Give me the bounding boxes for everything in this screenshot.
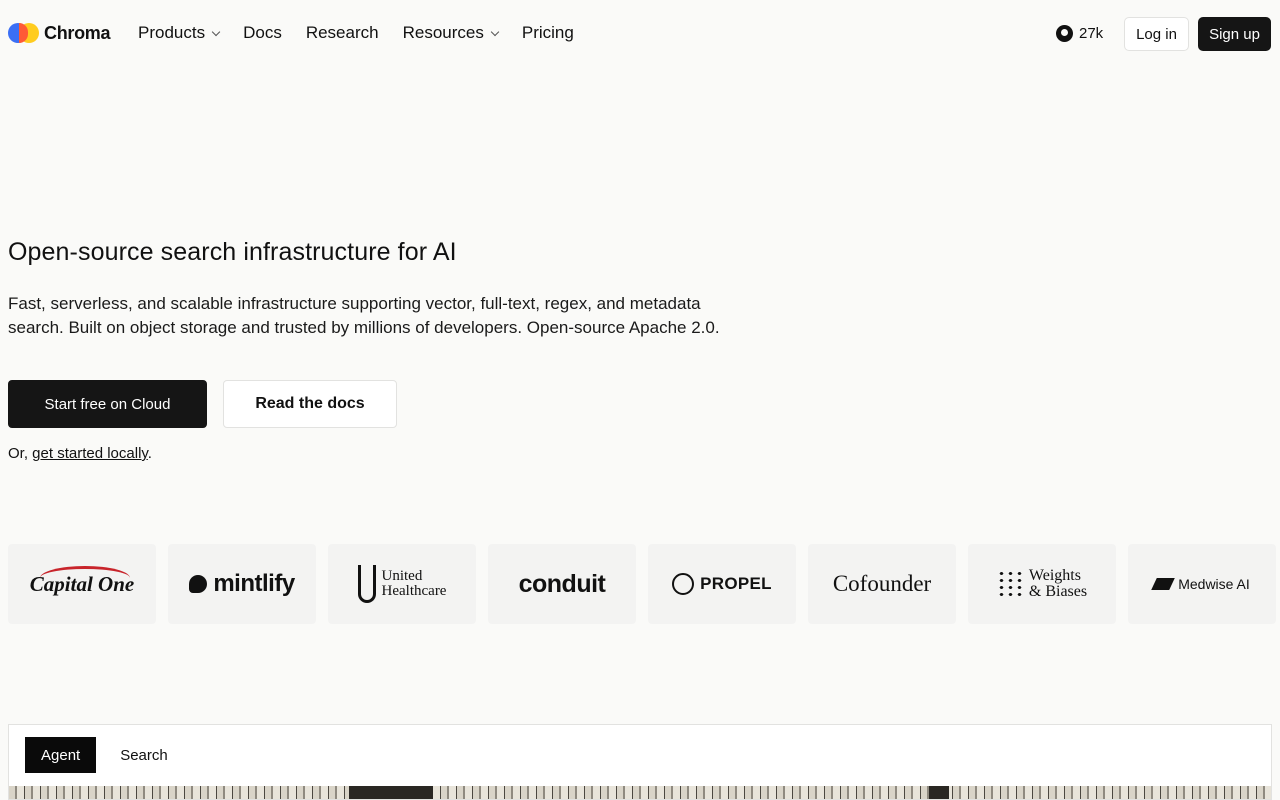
- mintlify-icon: [189, 575, 208, 593]
- customer-logos: Capital One mintlify United Healthcare c…: [8, 544, 1276, 624]
- capital-one-wordmark: Capital One: [30, 565, 134, 597]
- top-navigation: Chroma Products Docs Research Resources …: [0, 0, 1280, 68]
- start-free-cloud-button[interactable]: Start free on Cloud: [8, 380, 207, 428]
- github-icon: [1056, 25, 1073, 42]
- nav-item-label: Products: [138, 23, 206, 42]
- get-started-locally-text: Or, get started locally.: [8, 445, 152, 462]
- conduit-text: conduit: [518, 569, 606, 598]
- main-menu: Products Docs Research Resources Pricing: [138, 23, 574, 43]
- read-docs-button[interactable]: Read the docs: [223, 380, 397, 428]
- tab-agent[interactable]: Agent: [25, 737, 97, 773]
- nav-item-label: Research: [305, 23, 379, 42]
- nav-item-label: Resources: [402, 23, 484, 42]
- united-healthcare-icon: [357, 565, 376, 603]
- medwise-text: Medwise AI: [1178, 576, 1250, 592]
- logo-cofounder: Cofounder: [808, 544, 956, 624]
- nav-item-label: Pricing: [521, 23, 574, 42]
- united-healthcare-wordmark: United Healthcare: [382, 569, 447, 599]
- login-button[interactable]: Log in: [1124, 17, 1189, 51]
- propel-text: PROPEL: [700, 574, 772, 593]
- github-stars-link[interactable]: 27k: [1056, 25, 1103, 42]
- nav-item-products[interactable]: Products: [138, 23, 221, 43]
- github-star-count: 27k: [1079, 25, 1104, 42]
- weights-biases-wordmark: Weights & Biases: [1029, 568, 1087, 600]
- chevron-down-icon: [211, 27, 221, 36]
- medwise-icon: [1151, 578, 1176, 590]
- chroma-logo-icon: [8, 22, 40, 44]
- hero-subtitle: Fast, serverless, and scalable infrastru…: [8, 294, 720, 337]
- uh-line-2: Healthcare: [381, 583, 447, 599]
- tab-search[interactable]: Search: [104, 737, 184, 773]
- cofounder-text: Cofounder: [832, 571, 932, 596]
- product-demo-panel: Agent Search: [8, 724, 1272, 800]
- wb-line-1: Weights: [1028, 567, 1081, 584]
- logo-capital-one: Capital One: [8, 544, 156, 624]
- signup-button[interactable]: Sign up: [1198, 17, 1271, 51]
- nav-item-research[interactable]: Research: [306, 23, 379, 43]
- logo-medwise: Medwise AI: [1128, 544, 1276, 624]
- logo-weights-biases: Weights & Biases: [968, 544, 1116, 624]
- nav-item-label: Docs: [243, 23, 282, 42]
- chroma-logo[interactable]: Chroma: [8, 22, 111, 44]
- logo-conduit: conduit: [488, 544, 636, 624]
- demo-tabs: Agent Search: [25, 737, 184, 773]
- logo-united-healthcare: United Healthcare: [328, 544, 476, 624]
- nav-item-docs[interactable]: Docs: [243, 23, 282, 43]
- nav-item-pricing[interactable]: Pricing: [522, 23, 574, 43]
- logo-mintlify: mintlify: [168, 544, 316, 624]
- weights-biases-icon: [996, 570, 1023, 598]
- get-started-locally-link[interactable]: get started locally: [32, 445, 148, 462]
- wb-line-2: & Biases: [1028, 583, 1088, 600]
- local-suffix: .: [147, 445, 152, 462]
- illustration-block: [929, 786, 949, 799]
- demo-illustration: [9, 786, 1271, 799]
- mintlify-text: mintlify: [213, 570, 295, 597]
- hero-title: Open-source search infrastructure for AI: [8, 238, 457, 266]
- local-prefix: Or,: [8, 445, 33, 462]
- logo-propel: PROPEL: [648, 544, 796, 624]
- capital-one-swoosh-icon: [39, 565, 130, 590]
- illustration-block: [349, 786, 433, 799]
- brand-name: Chroma: [44, 22, 111, 43]
- uh-line-1: United: [381, 568, 423, 584]
- nav-item-resources[interactable]: Resources: [402, 23, 500, 43]
- propel-icon: [672, 573, 695, 595]
- chevron-down-icon: [490, 27, 500, 36]
